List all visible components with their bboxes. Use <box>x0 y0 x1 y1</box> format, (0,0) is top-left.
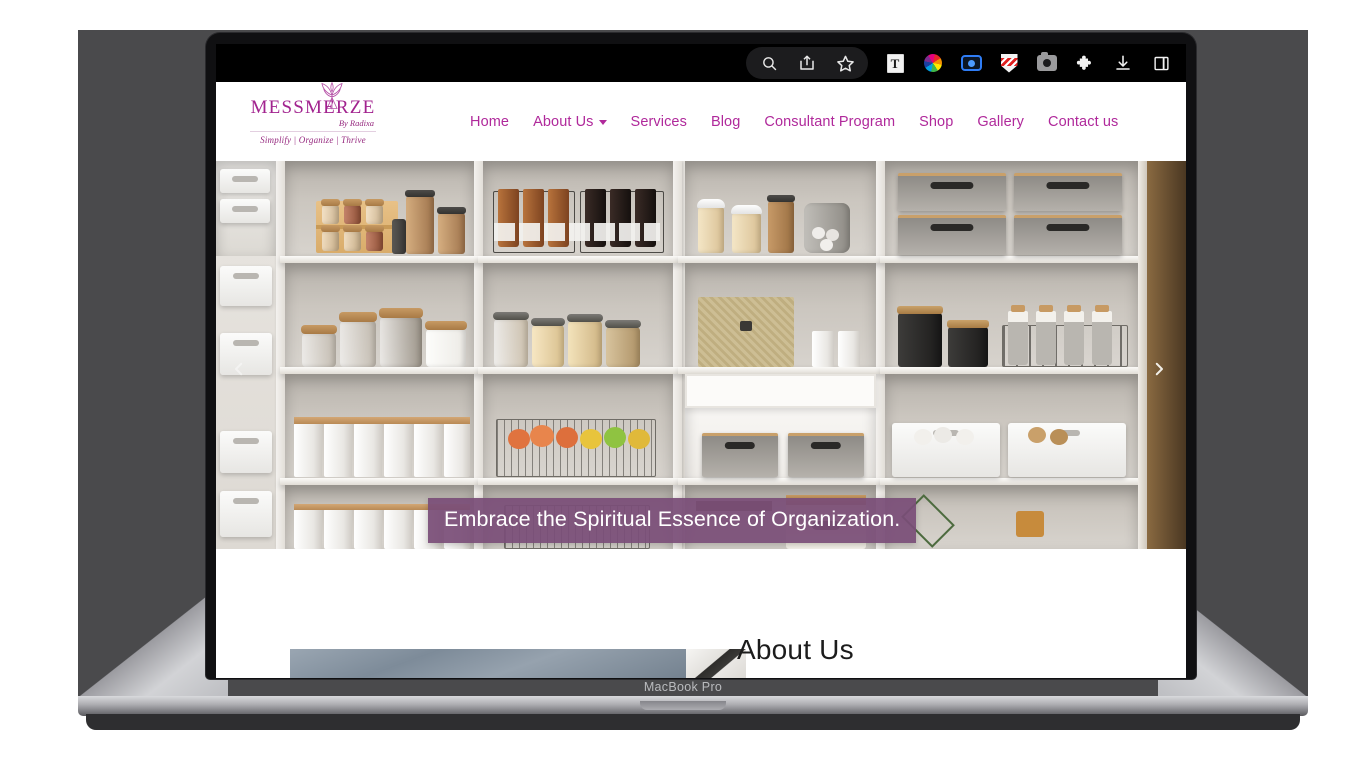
hero-caption: Embrace the Spiritual Essence of Organiz… <box>428 498 917 543</box>
share-icon[interactable] <box>794 50 820 76</box>
color-wheel-glyph <box>922 52 944 74</box>
chevron-down-icon <box>598 120 607 125</box>
laptop-base-notch <box>640 701 726 710</box>
nav-item-contact-us[interactable]: Contact us <box>1036 108 1130 136</box>
camera-glyph <box>1037 52 1057 71</box>
shield-extension-icon[interactable] <box>996 50 1022 76</box>
toolbar-pill-group <box>746 47 868 79</box>
color-picker-extension-icon[interactable] <box>920 50 946 76</box>
shield-glyph <box>1000 53 1018 73</box>
nav-item-consultant-program[interactable]: Consultant Program <box>752 108 907 136</box>
laptop-base-shadow <box>86 714 1300 730</box>
bookmark-star-icon[interactable] <box>832 50 858 76</box>
screen-capture-extension-icon[interactable] <box>958 50 984 76</box>
camera-extension-icon[interactable] <box>1034 50 1060 76</box>
nav-label-gallery: Gallery <box>977 113 1025 130</box>
nav-label-contact-us: Contact us <box>1048 113 1119 130</box>
nav-label-shop: Shop <box>919 113 954 130</box>
laptop-mockup: T MESSMERZE By Radixa Simplify | Organiz… <box>0 0 1366 768</box>
logo-tagline: Simplify | Organize | Thrive <box>260 134 366 145</box>
site-header: MESSMERZE By Radixa Simplify | Organize … <box>216 81 1186 161</box>
main-navigation: Home About Us Services Blog Consultant P… <box>458 108 1130 136</box>
nav-label-blog: Blog <box>710 113 741 130</box>
device-model-label: MacBook Pro <box>643 680 723 694</box>
nav-label-services: Services <box>630 113 687 130</box>
site-logo[interactable]: MESSMERZE By Radixa Simplify | Organize … <box>248 81 378 145</box>
downloads-icon[interactable] <box>1110 50 1136 76</box>
nav-label-home: Home <box>470 113 510 130</box>
logo-wordmark: MESSMERZE <box>251 81 376 119</box>
text-document-glyph: T <box>886 53 904 73</box>
search-icon[interactable] <box>756 50 782 76</box>
toolbar-extension-group: T <box>882 50 1174 76</box>
nav-item-blog[interactable]: Blog <box>699 108 752 136</box>
hero-slider: Embrace the Spiritual Essence of Organiz… <box>216 161 1186 549</box>
hero-prev-button[interactable] <box>226 356 252 382</box>
nav-item-home[interactable]: Home <box>458 108 521 136</box>
nav-label-about-us: About Us <box>533 113 594 130</box>
about-title: About Us <box>737 634 854 665</box>
nav-label-consultant-program: Consultant Program <box>764 113 896 130</box>
text-document-extension-icon[interactable]: T <box>882 50 908 76</box>
puzzle-extensions-icon[interactable] <box>1072 50 1098 76</box>
nav-item-about-us[interactable]: About Us <box>521 108 618 136</box>
about-section: About Us <box>216 549 1186 678</box>
logo-byline: By Radixa <box>338 118 374 129</box>
nav-item-services[interactable]: Services <box>619 108 699 136</box>
side-panel-icon[interactable] <box>1148 50 1174 76</box>
nav-item-gallery[interactable]: Gallery <box>965 108 1036 136</box>
about-image <box>290 649 686 678</box>
browser-toolbar: T <box>216 44 1186 82</box>
hero-pantry-image <box>216 161 1186 549</box>
logo-divider <box>250 130 376 132</box>
logo-wordmark-right: ZE <box>349 97 376 119</box>
hero-next-button[interactable] <box>1146 356 1172 382</box>
flower-ornament-icon <box>321 81 343 110</box>
browser-viewport: T MESSMERZE By Radixa Simplify | Organiz… <box>216 44 1186 678</box>
capture-frame-glyph <box>960 55 982 71</box>
nav-item-shop[interactable]: Shop <box>907 108 965 136</box>
